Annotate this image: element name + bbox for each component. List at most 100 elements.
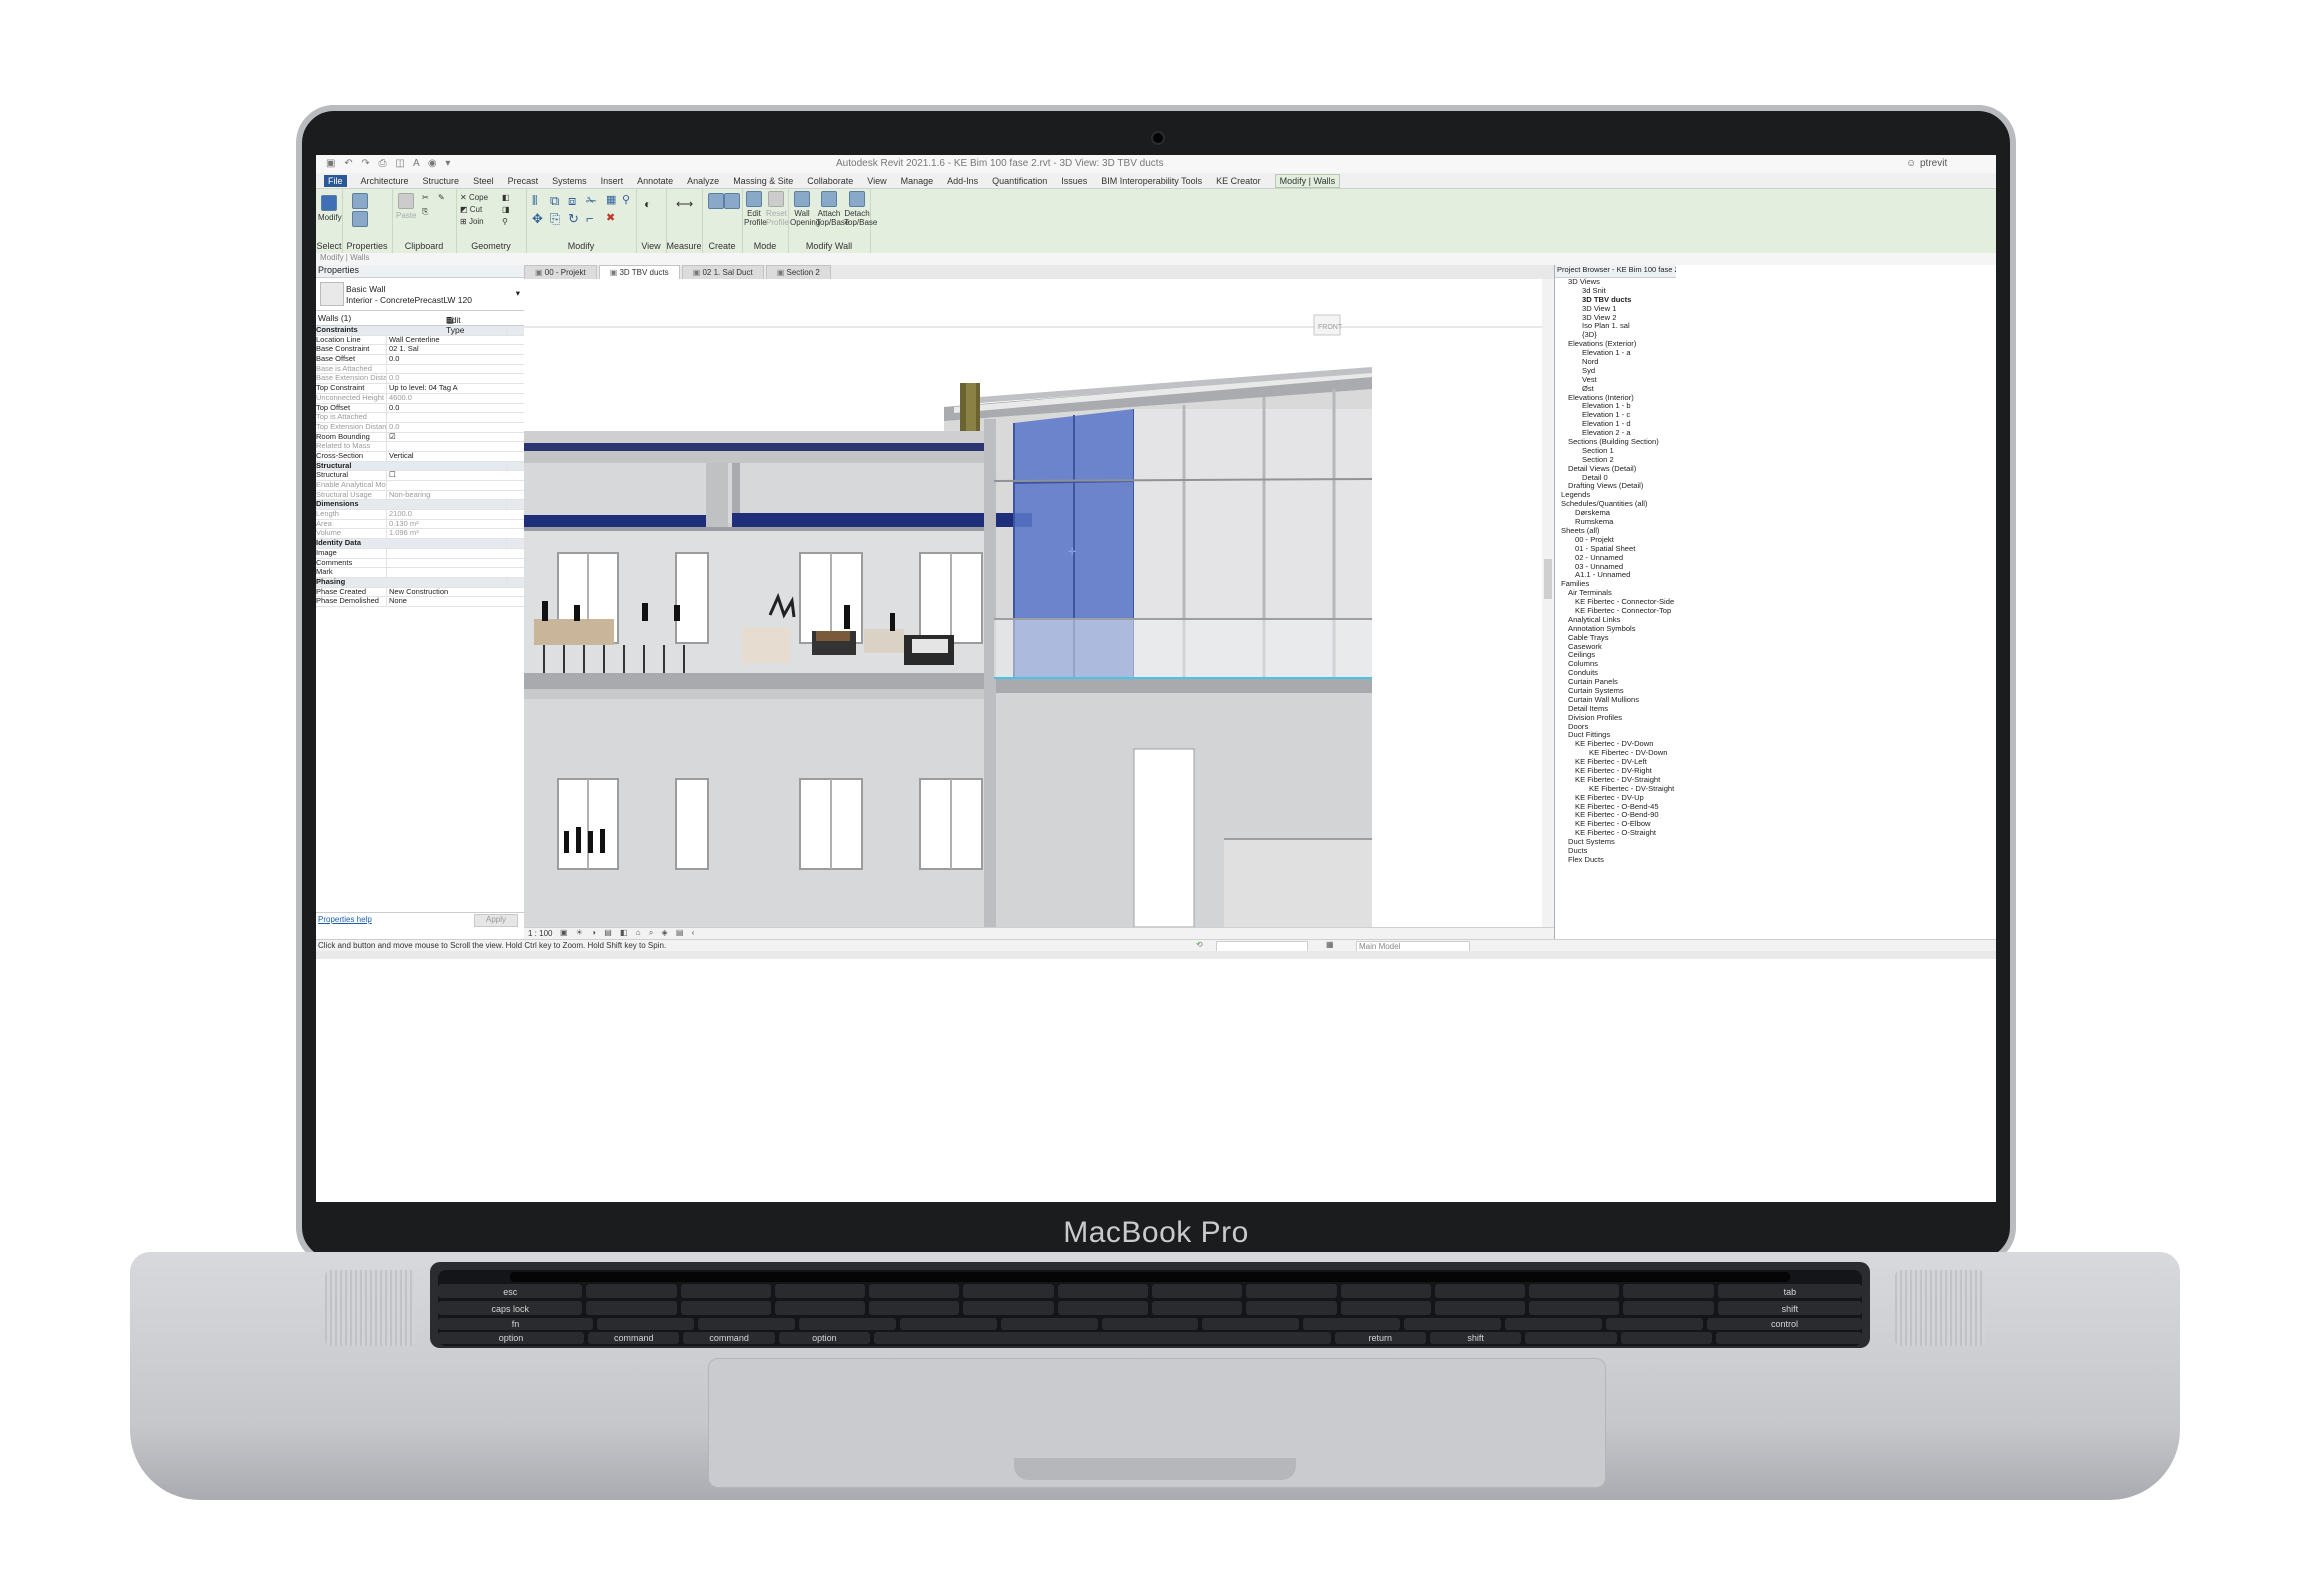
property-row[interactable]: Area 0.130 m² (316, 519, 524, 530)
property-row[interactable]: Comments (316, 558, 524, 569)
property-value[interactable] (387, 549, 524, 558)
keyboard-key[interactable]: fn (438, 1318, 594, 1330)
copy-icon[interactable]: ⎘ (550, 211, 560, 227)
cope-button[interactable]: ✕ Cope (460, 193, 488, 202)
keyboard-key[interactable] (1152, 1284, 1243, 1298)
ribbon-tab[interactable]: Steel (473, 176, 494, 186)
property-row[interactable]: Related to Mass (316, 442, 524, 452)
browser-item[interactable]: Schedules/Quantities (all) (1555, 499, 1677, 509)
split-icon[interactable]: ✁ (586, 193, 597, 209)
property-value[interactable]: ☑ (387, 433, 524, 442)
keyboard-key[interactable] (1000, 1318, 1098, 1330)
user-icon[interactable]: ☺ (1906, 158, 1916, 169)
attach-top-base-button[interactable]: Attach Top/Base (816, 191, 849, 227)
property-row[interactable]: Phase Created New Construction (316, 587, 524, 598)
keyboard-key[interactable]: control (1707, 1318, 1863, 1330)
ribbon-tab[interactable]: Analyze (687, 176, 719, 186)
keyboard-key[interactable]: caps lock (438, 1301, 583, 1315)
ribbon-tab[interactable]: Quantification (992, 176, 1047, 186)
keyboard-key[interactable] (774, 1301, 866, 1315)
view-tab[interactable]: ▣ 3D TBV ducts (598, 265, 680, 279)
ribbon-tab[interactable]: KE Creator (1216, 176, 1261, 186)
offset-icon[interactable]: ⧉ (550, 193, 559, 209)
property-row[interactable]: Location Line Wall Centerline (316, 335, 524, 346)
keyboard-key[interactable] (1057, 1284, 1149, 1298)
create-parts-button[interactable] (724, 193, 740, 211)
property-value[interactable]: 2100.0 (387, 510, 524, 519)
property-row[interactable]: Top Extension Distance 0.0 (316, 422, 524, 433)
ribbon-tab[interactable]: Precast (508, 176, 539, 186)
browser-item[interactable]: Syd (1555, 366, 1677, 376)
property-value[interactable] (387, 413, 524, 422)
paste-button[interactable]: Paste (396, 193, 416, 220)
keyboard-key[interactable] (774, 1284, 866, 1298)
type-properties-button[interactable] (352, 193, 368, 211)
ribbon-tab[interactable]: Massing & Site (733, 176, 793, 186)
keyboard-key[interactable] (1434, 1301, 1526, 1315)
3d-view-canvas[interactable]: FRONT ✛ (524, 279, 1554, 927)
ribbon-tab[interactable]: Issues (1061, 176, 1087, 186)
browser-item[interactable]: Iso Plan 1. sal (1555, 322, 1677, 331)
edit-profile-button[interactable]: Edit Profile (744, 191, 767, 227)
pin-icon[interactable]: ⚲ (622, 193, 630, 206)
keyboard-key[interactable] (1623, 1301, 1714, 1315)
detach-top-base-button[interactable]: Detach Top/Base (844, 191, 877, 227)
browser-item[interactable]: Detail Views (Detail) (1555, 464, 1677, 474)
keyboard-key[interactable]: command (683, 1332, 775, 1344)
browser-item[interactable]: Section 1 (1555, 446, 1677, 456)
hide-icon[interactable]: ◐ (644, 197, 651, 211)
property-row[interactable]: Cross-Section Vertical (316, 451, 524, 462)
touch-bar[interactable] (510, 1272, 1790, 1282)
keyboard-key[interactable] (1505, 1318, 1603, 1330)
rotate-icon[interactable]: ↻ (568, 211, 579, 227)
copy-clip-button[interactable]: ⎘ (422, 207, 428, 217)
reset-profile-button[interactable]: Reset Profile (766, 191, 789, 227)
ribbon-tab[interactable]: View (867, 176, 886, 186)
ribbon-tab[interactable]: Systems (552, 176, 587, 186)
property-row[interactable]: Top Offset 0.0 (316, 403, 524, 414)
view-tab[interactable]: ▣ Section 2 (765, 265, 831, 279)
browser-item[interactable]: Elevation 1 - a (1555, 348, 1677, 358)
keyboard-key[interactable] (899, 1318, 997, 1330)
property-group-header[interactable]: Dimensions (316, 500, 524, 511)
property-value[interactable]: 0.0 (387, 404, 524, 413)
delete-icon[interactable]: ✖ (606, 211, 615, 224)
keyboard-key[interactable]: command (588, 1332, 680, 1344)
property-value[interactable]: 4600.0 (387, 394, 524, 403)
instance-filter[interactable]: Walls (1) (318, 313, 351, 323)
match-type-button[interactable]: ✎ (438, 193, 445, 202)
property-value[interactable] (387, 365, 524, 374)
browser-item[interactable]: Sheets (all) (1555, 526, 1677, 536)
property-value[interactable]: 0.130 m² (387, 520, 524, 529)
keyboard-key[interactable]: shift (1429, 1332, 1522, 1344)
property-value[interactable]: 02 1. Sal (387, 345, 524, 354)
keyboard-key[interactable] (963, 1284, 1054, 1298)
browser-item[interactable]: Dørskema (1555, 508, 1677, 518)
keyboard-key[interactable] (1303, 1318, 1401, 1330)
property-group-header[interactable]: Identity Data (316, 539, 524, 549)
mirror-icon[interactable]: ⧈ (568, 193, 576, 209)
property-value[interactable]: Non-bearing (387, 491, 524, 500)
keyboard-key[interactable] (1340, 1301, 1431, 1315)
ribbon-tab[interactable]: Add-Ins (947, 176, 978, 186)
property-value[interactable]: 0.0 (387, 374, 524, 383)
view-tab[interactable]: ▣ 00 - Projekt (524, 265, 597, 279)
property-value[interactable]: Up to level: 04 Tag A (387, 384, 524, 393)
keyboard-key[interactable]: tab (1717, 1284, 1863, 1298)
array-icon[interactable]: ▦ (606, 193, 616, 206)
keyboard-key[interactable] (1152, 1301, 1243, 1315)
property-row[interactable]: Phase Demolished None (316, 597, 524, 607)
ribbon-tab[interactable]: Modify | Walls (1274, 173, 1341, 188)
keyboard-key[interactable] (1101, 1318, 1199, 1330)
property-value[interactable] (387, 559, 524, 568)
property-row[interactable]: Structural ☐ (316, 471, 524, 481)
keyboard-key[interactable] (1246, 1284, 1337, 1298)
keyboard-key[interactable] (798, 1318, 896, 1330)
browser-item[interactable]: 3D Views (1555, 277, 1677, 287)
quick-access-toolbar[interactable]: ▣ ↶ ↷ ⎙ ◫ A ◉ ▾ (326, 158, 453, 169)
keyboard-key[interactable] (1529, 1284, 1620, 1298)
browser-item[interactable]: Vest (1555, 375, 1677, 385)
property-value[interactable]: New Construction (387, 588, 524, 597)
keyboard-key[interactable] (586, 1284, 677, 1298)
keyboard-key[interactable] (1246, 1301, 1337, 1315)
